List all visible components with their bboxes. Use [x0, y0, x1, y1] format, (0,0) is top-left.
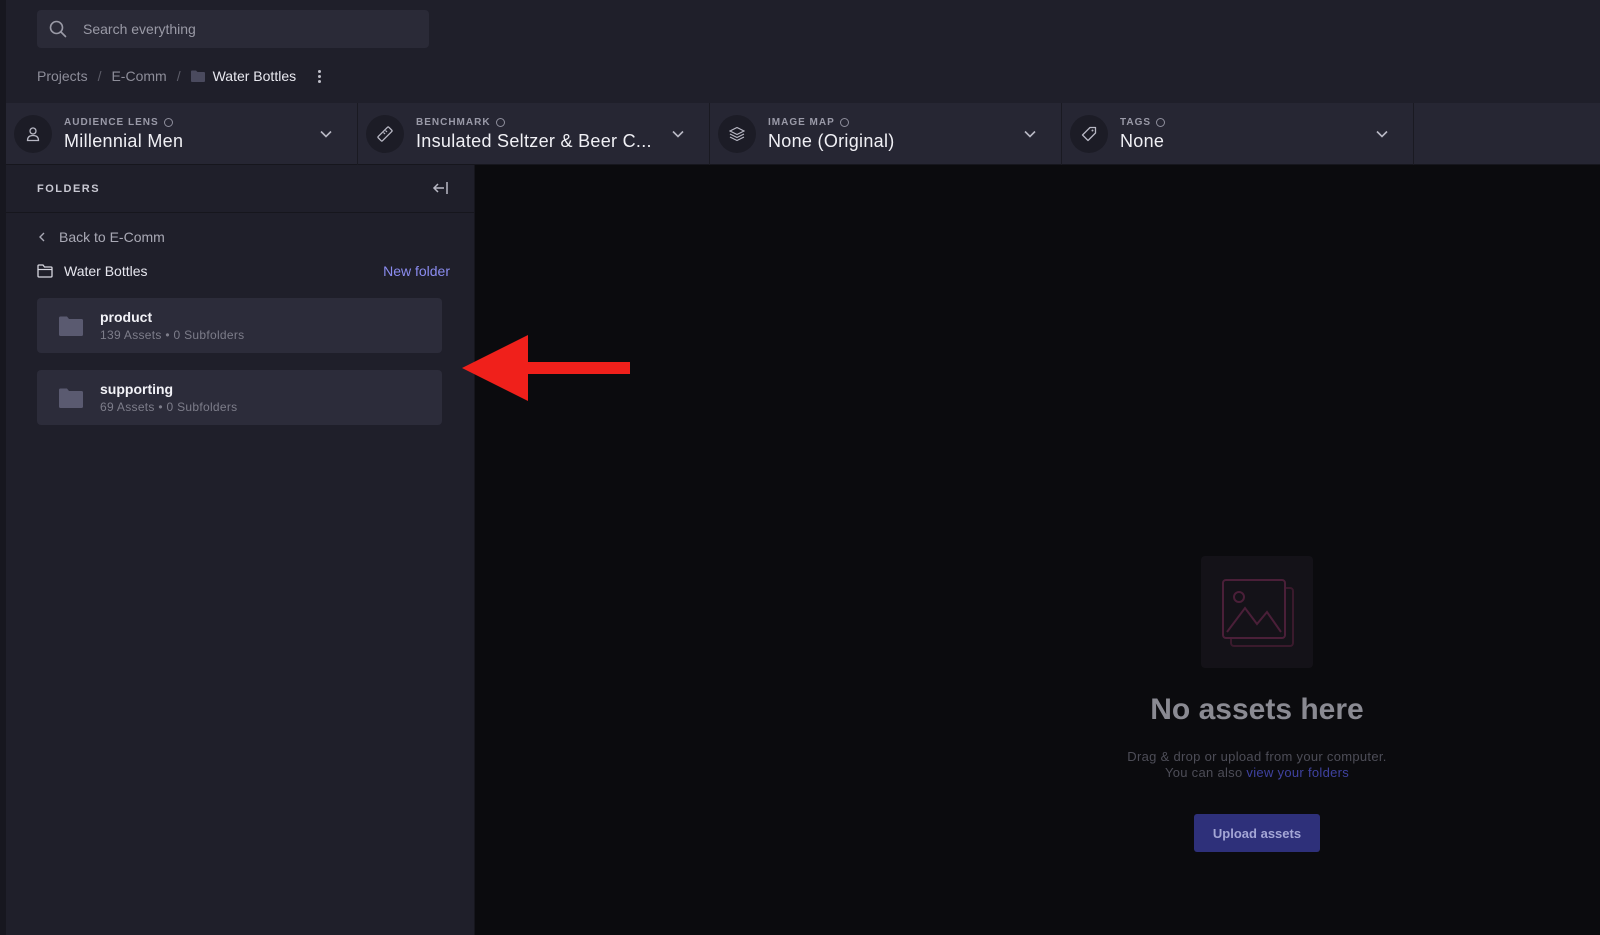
more-options-icon[interactable]: [318, 69, 322, 83]
back-link[interactable]: Back to E-Comm: [37, 229, 165, 245]
chevron-down-icon: [672, 130, 684, 138]
search-icon: [49, 20, 67, 38]
assets-main-area: No assets here Drag & drop or upload fro…: [475, 165, 1600, 935]
folder-meta: 139 Assets • 0 Subfolders: [100, 328, 245, 342]
chevron-down-icon: [1376, 130, 1388, 138]
chevron-left-icon: [39, 232, 45, 242]
breadcrumb-projects[interactable]: Projects: [37, 68, 88, 84]
empty-state-title: No assets here: [1150, 693, 1364, 726]
current-folder-name: Water Bottles: [64, 263, 148, 279]
folder-name: supporting: [100, 381, 174, 397]
breadcrumb: Projects / E-Comm / Water Bottles: [37, 66, 322, 86]
empty-state-line2: You can also view your folders: [1001, 765, 1513, 780]
sidebar-title: FOLDERS: [37, 182, 101, 195]
folder-card-product[interactable]: product 139 Assets • 0 Subfolders: [37, 298, 442, 353]
empty-images-icon: [1201, 556, 1313, 668]
image-map-dropdown[interactable]: IMAGE MAP None (Original): [710, 103, 1062, 165]
info-icon[interactable]: [163, 117, 173, 127]
search-input[interactable]: [83, 21, 383, 37]
top-bar: Projects / E-Comm / Water Bottles: [6, 0, 1600, 103]
info-icon[interactable]: [495, 117, 505, 127]
folder-icon: [190, 70, 205, 82]
benchmark-dropdown[interactable]: BENCHMARK Insulated Seltzer & Beer C...: [358, 103, 710, 165]
app-window: Projects / E-Comm / Water Bottles AUDIEN…: [0, 0, 1600, 935]
filter-value: None (Original): [768, 130, 895, 151]
upload-assets-button[interactable]: Upload assets: [1194, 814, 1320, 852]
filter-value: None: [1120, 130, 1165, 151]
folder-card-supporting[interactable]: supporting 69 Assets • 0 Subfolders: [37, 370, 442, 425]
view-folders-link[interactable]: view your folders: [1246, 765, 1349, 780]
filter-bar: AUDIENCE LENS Millennial Men BENCHMARK I…: [6, 103, 1600, 165]
folder-name: product: [100, 309, 153, 325]
current-folder-row: Water Bottles New folder: [37, 263, 450, 279]
search-box[interactable]: [37, 10, 429, 48]
breadcrumb-current: Water Bottles: [212, 68, 297, 84]
layers-icon: [729, 126, 745, 142]
sidebar-header: FOLDERS: [6, 165, 474, 213]
empty-state-line1: Drag & drop or upload from your computer…: [1127, 749, 1387, 764]
folder-meta: 69 Assets • 0 Subfolders: [100, 400, 238, 414]
breadcrumb-ecomm[interactable]: E-Comm: [111, 68, 166, 84]
breadcrumb-separator: /: [97, 68, 102, 84]
info-icon[interactable]: [1156, 117, 1166, 127]
filter-label: BENCHMARK: [416, 116, 491, 128]
filter-value: Millennial Men: [64, 130, 184, 151]
new-folder-button[interactable]: New folder: [383, 263, 450, 279]
filter-label: IMAGE MAP: [768, 116, 835, 128]
folder-outline-icon: [37, 264, 53, 278]
info-icon[interactable]: [839, 117, 849, 127]
back-label: Back to E-Comm: [59, 229, 165, 245]
breadcrumb-separator: /: [176, 68, 181, 84]
filter-label: TAGS: [1120, 116, 1152, 128]
chevron-down-icon: [1024, 130, 1036, 138]
folder-icon: [59, 316, 83, 336]
filter-value: Insulated Seltzer & Beer C...: [416, 130, 652, 151]
chevron-down-icon: [320, 130, 332, 138]
red-arrow-annotation-icon: [462, 335, 630, 401]
empty-state-line2-prefix: You can also: [1164, 765, 1247, 780]
collapse-sidebar-icon[interactable]: [432, 179, 450, 197]
tag-icon: [1081, 126, 1097, 142]
tags-dropdown[interactable]: TAGS None: [1062, 103, 1414, 165]
user-icon: [26, 127, 40, 142]
filter-label: AUDIENCE LENS: [64, 116, 159, 128]
audience-lens-dropdown[interactable]: AUDIENCE LENS Millennial Men: [6, 103, 358, 165]
folder-icon: [59, 388, 83, 408]
folders-sidebar: FOLDERS Back to E-Comm Water Bottles New…: [6, 165, 475, 935]
ruler-icon: [377, 126, 393, 142]
